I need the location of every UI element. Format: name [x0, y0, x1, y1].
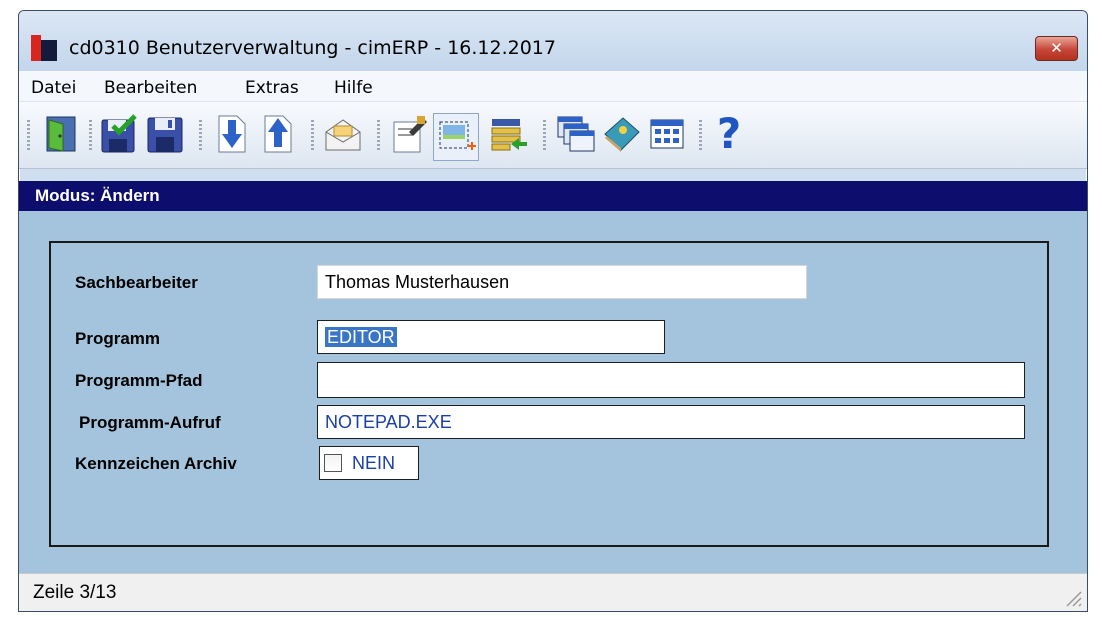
close-button[interactable]: ✕: [1035, 36, 1078, 61]
toolbar-grip[interactable]: [27, 120, 30, 150]
menu-bar: Datei Bearbeiten Extras Hilfe: [19, 71, 1087, 102]
table-grid-icon[interactable]: [647, 114, 687, 154]
status-text: Zeile 3/13: [33, 582, 117, 603]
resize-grip-icon[interactable]: [1063, 588, 1083, 608]
menu-bearbeiten[interactable]: Bearbeiten: [104, 78, 197, 98]
save-check-icon[interactable]: [99, 114, 139, 154]
programm-pfad-field[interactable]: [317, 362, 1025, 398]
save-icon[interactable]: [145, 114, 185, 154]
sachbearbeiter-field[interactable]: Thomas Musterhausen: [317, 265, 807, 299]
envelope-icon[interactable]: [323, 114, 363, 154]
help-glyph: ?: [716, 109, 742, 158]
kennzeichen-archiv-label: Kennzeichen Archiv: [75, 454, 237, 473]
edit-document-icon[interactable]: [389, 114, 429, 154]
app-logo-icon: [31, 35, 57, 61]
exit-door-icon[interactable]: [41, 114, 81, 154]
toolbar-separator: [199, 120, 202, 150]
form-panel: Sachbearbeiter Thomas Musterhausen Progr…: [49, 241, 1049, 547]
programm-pfad-label: Programm-Pfad: [75, 371, 203, 390]
status-bar: Zeile 3/13: [19, 573, 1087, 611]
kennzeichen-archiv-field[interactable]: NEIN: [319, 446, 419, 480]
menu-extras[interactable]: Extras: [245, 78, 299, 98]
list-transfer-icon[interactable]: [489, 114, 529, 154]
toolbar-separator: [699, 120, 702, 150]
archiv-value-text: NEIN: [352, 453, 396, 473]
archiv-checkbox[interactable]: [324, 454, 342, 472]
toolbar-separator: [543, 120, 546, 150]
programm-value: EDITOR: [325, 327, 397, 347]
content-area: Sachbearbeiter Thomas Musterhausen Progr…: [19, 211, 1087, 573]
mode-label: Modus: Ändern: [35, 186, 160, 205]
window-title: cd0310 Benutzerverwaltung - cimERP - 16.…: [69, 37, 556, 59]
menu-datei[interactable]: Datei: [31, 78, 76, 98]
toolbar-separator: [311, 120, 314, 150]
programm-aufruf-field[interactable]: NOTEPAD.EXE: [317, 405, 1025, 439]
help-icon[interactable]: ?: [709, 109, 749, 158]
toolbar: ?: [19, 102, 1087, 169]
programm-label: Programm: [75, 329, 161, 348]
sachbearbeiter-label: Sachbearbeiter: [75, 273, 198, 292]
toolbar-separator: [89, 120, 92, 150]
programm-field[interactable]: EDITOR: [317, 320, 665, 354]
arrow-down-icon[interactable]: [211, 114, 251, 154]
title-bar[interactable]: cd0310 Benutzerverwaltung - cimERP - 16.…: [19, 11, 1087, 71]
application-window: cd0310 Benutzerverwaltung - cimERP - 16.…: [18, 10, 1088, 612]
book-icon[interactable]: [601, 114, 641, 154]
windows-icon[interactable]: [555, 114, 595, 154]
new-record-icon[interactable]: [433, 113, 479, 161]
programm-aufruf-label: Programm-Aufruf: [79, 413, 221, 432]
toolbar-separator: [377, 120, 380, 150]
menu-hilfe[interactable]: Hilfe: [334, 78, 373, 98]
arrow-up-icon[interactable]: [257, 114, 297, 154]
mode-bar: Modus: Ändern: [19, 181, 1087, 211]
